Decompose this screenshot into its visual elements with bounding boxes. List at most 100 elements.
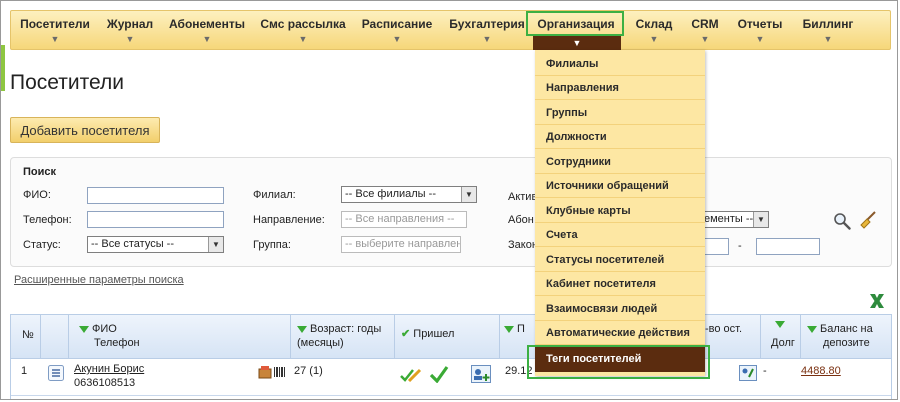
menu-item-lead-sources[interactable]: Источники обращений [535, 174, 705, 198]
clear-broom-icon[interactable] [858, 210, 878, 230]
nav-accounting[interactable]: Бухгалтерия ▼ [446, 11, 528, 49]
visitor-age: 27 (1) [294, 365, 323, 377]
organization-dropdown-menu: Филиалы Направления Группы Должности Сот… [535, 50, 705, 376]
nav-subscriptions[interactable]: Абонементы ▼ [166, 11, 248, 49]
chevron-down-icon: ▼ [298, 34, 308, 44]
nav-journal[interactable]: Журнал ▼ [101, 11, 159, 49]
nav-visitors[interactable]: Посетители ▼ [16, 11, 94, 49]
col-age[interactable]: Возраст: годы (месяцы) [291, 315, 395, 358]
direction-select[interactable]: -- Все направления -- [341, 211, 467, 228]
organization-open-tab[interactable]: ▼ [533, 36, 621, 50]
col-balance-sub-label: депозите [823, 337, 870, 349]
menu-item-groups[interactable]: Группы [535, 101, 705, 125]
nav-label: Расписание [361, 17, 433, 31]
menu-item-visitor-statuses[interactable]: Статусы посетителей [535, 248, 705, 272]
excel-export-icon[interactable] [867, 291, 887, 311]
menu-item-accounts[interactable]: Счета [535, 223, 705, 247]
phone-input[interactable] [87, 211, 224, 228]
chevron-down-icon: ▼ [208, 237, 223, 252]
sort-icon [79, 325, 89, 333]
col-balance[interactable]: Баланс на депозите [801, 315, 891, 358]
active-label: Актив [508, 191, 538, 203]
col-came[interactable]: ✔ Пришел [395, 315, 500, 358]
branch-select-value: -- Все филиалы -- [345, 188, 436, 200]
visitor-balance-link[interactable]: 4488.80 [801, 365, 841, 377]
chevron-down-icon: ▼ [753, 212, 768, 227]
col-menu [41, 315, 69, 358]
menu-item-visitor-cabinet[interactable]: Кабинет посетителя [535, 272, 705, 296]
visitor-name-link[interactable]: Акунин Борис [74, 363, 144, 375]
date-from-input[interactable] [705, 238, 729, 255]
nav-label: Бухгалтерия [449, 17, 525, 31]
menu-item-club-cards[interactable]: Клубные карты [535, 199, 705, 223]
col-phone-label: Телефон [94, 337, 140, 349]
nav-crm[interactable]: CRM ▼ [685, 11, 725, 49]
chevron-down-icon: ▼ [392, 34, 402, 44]
chevron-down-icon: ▼ [572, 38, 582, 48]
menu-item-employees[interactable]: Сотрудники [535, 150, 705, 174]
status-select-value: -- Все статусы -- [91, 238, 175, 250]
chevron-down-icon: ▼ [482, 34, 492, 44]
menu-item-automatic-actions[interactable]: Автоматические действия [535, 321, 705, 345]
subscription-select[interactable]: ементы -- ▼ [701, 211, 769, 228]
menu-item-branches[interactable]: Филиалы [535, 52, 705, 76]
nav-label: CRM [691, 17, 719, 31]
card-icon[interactable] [739, 365, 757, 381]
col-came-label: Пришел [413, 328, 455, 340]
menu-item-directions[interactable]: Направления [535, 76, 705, 100]
direction-select-value: -- Все направления -- [345, 213, 455, 225]
col-balance-label: Баланс на [820, 323, 873, 335]
col-debt[interactable]: Долг [761, 315, 801, 358]
nav-sms[interactable]: Смс рассылка ▼ [257, 11, 349, 49]
chevron-down-icon: ▼ [50, 34, 60, 44]
sort-icon [775, 321, 785, 328]
col-remaining[interactable]: -во ост. [705, 315, 761, 358]
table-row[interactable]: 1 Акунин Борис 0636108513 27 (1) 29.12 -… [11, 359, 891, 396]
status-label: Статус: [23, 239, 61, 251]
row-num: 1 [21, 365, 28, 377]
status-select[interactable]: -- Все статусы -- ▼ [87, 236, 224, 253]
sort-icon [807, 325, 817, 333]
chevron-down-icon: ▼ [125, 34, 135, 44]
sort-icon [504, 325, 514, 333]
subscription-select-value: ементы -- [704, 213, 754, 225]
col-debt-label: Долг [771, 337, 795, 349]
group-select-value: -- выберите направление [345, 238, 460, 250]
nav-warehouse[interactable]: Склад ▼ [631, 11, 677, 49]
col-remaining-label: -во ост. [705, 323, 743, 335]
search-icon[interactable] [833, 212, 851, 230]
add-visitor-button[interactable]: Добавить посетителя [10, 117, 160, 143]
advanced-search-link[interactable]: Расширенные параметры поиска [14, 274, 184, 286]
visitor-tags-highlight-outline [527, 345, 710, 379]
row-menu-icon[interactable] [48, 365, 64, 381]
top-navigation: Посетители ▼ Журнал ▼ Абонементы ▼ Смс расс… [10, 10, 891, 50]
chevron-down-icon: ▼ [649, 34, 659, 44]
col-p-label: П [517, 323, 525, 335]
branch-label: Филиал: [253, 189, 296, 201]
nav-label: Отчеты [737, 17, 783, 31]
barcode-icon [274, 367, 285, 377]
nav-billing[interactable]: Биллинг ▼ [797, 11, 859, 49]
menu-item-positions[interactable]: Должности [535, 125, 705, 149]
nav-label: Биллинг [802, 17, 854, 31]
visitor-phone: 0636108513 [74, 377, 136, 389]
group-select[interactable]: -- выберите направление [341, 236, 461, 253]
check-in-icon[interactable] [429, 365, 449, 383]
fio-input[interactable] [87, 187, 224, 204]
col-fio-label: ФИО [92, 323, 117, 335]
check-in-pencil-icon[interactable] [400, 367, 422, 383]
nav-label: Посетители [20, 17, 90, 31]
nav-schedule[interactable]: Расписание ▼ [357, 11, 437, 49]
add-user-card-icon[interactable] [471, 365, 491, 383]
visitors-table: № ФИО Телефон Возраст: годы (месяцы) ✔ П… [10, 314, 892, 399]
col-fio[interactable]: ФИО Телефон [69, 315, 291, 358]
date-to-input[interactable] [756, 238, 820, 255]
nav-label: Склад [635, 17, 673, 31]
branch-select[interactable]: -- Все филиалы -- ▼ [341, 186, 477, 203]
group-label: Группа: [253, 239, 291, 251]
nav-reports[interactable]: Отчеты ▼ [733, 11, 787, 49]
row-status-marker [1, 45, 5, 91]
direction-label: Направление: [253, 214, 325, 226]
menu-item-relations[interactable]: Взаимосвязи людей [535, 297, 705, 321]
col-num: № [11, 315, 41, 358]
